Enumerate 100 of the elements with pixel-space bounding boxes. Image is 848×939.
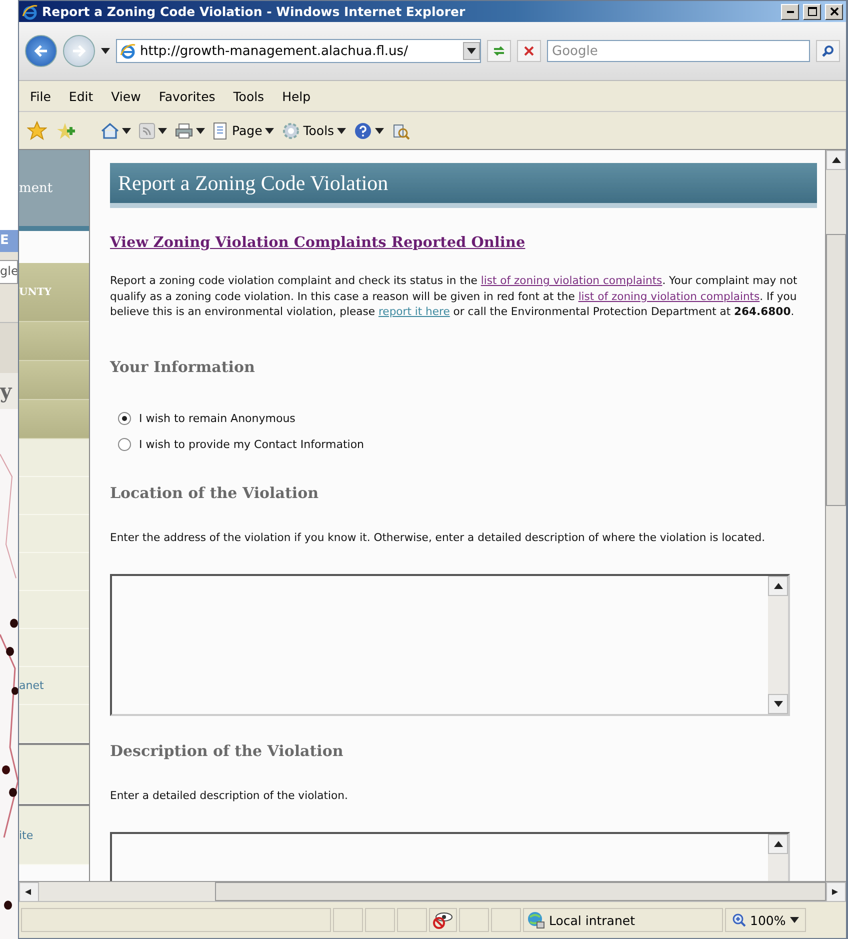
up-arrow-icon	[832, 157, 840, 163]
printer-icon	[175, 122, 193, 138]
page-icon	[213, 122, 229, 140]
feed-icon	[139, 122, 155, 138]
star-icon[interactable]	[27, 120, 47, 140]
address-field[interactable]: http://growth-management.alachua.fl.us/	[116, 39, 481, 63]
zoom-button[interactable]: 100%	[725, 908, 806, 932]
search-field[interactable]: Google	[547, 40, 810, 62]
status-pane	[491, 908, 521, 932]
right-arrow-icon	[832, 888, 840, 894]
nav-item[interactable]: ite	[19, 804, 89, 865]
view-complaints-link[interactable]: View Zoning Violation Complaints Reported Online	[110, 234, 526, 251]
home-button[interactable]	[101, 122, 131, 138]
forward-button[interactable]	[63, 35, 95, 67]
minimize-icon	[786, 10, 794, 12]
scroll-up-button[interactable]	[826, 150, 846, 170]
status-pane	[397, 908, 427, 932]
status-pane	[333, 908, 363, 932]
menu-item[interactable]: File	[23, 86, 58, 106]
nav-item[interactable]	[19, 743, 89, 804]
instruction-text: Enter the address of the violation if you know it. Otherwise, enter a detailed description of where the violation is located.	[110, 530, 766, 546]
network-icon	[527, 911, 545, 929]
research-icon[interactable]	[392, 122, 410, 140]
search-button[interactable]	[816, 40, 840, 62]
help-icon	[354, 122, 372, 140]
horizontal-scrollbar[interactable]	[19, 881, 846, 901]
section-heading: Your Information	[110, 358, 256, 376]
radio-label: I wish to remain Anonymous	[139, 412, 296, 425]
page-title: Report a Zoning Code Violation	[118, 170, 388, 196]
status-pane	[365, 908, 395, 932]
back-button[interactable]	[25, 35, 57, 67]
scroll-thumb[interactable]	[215, 882, 826, 901]
zone-label: Local intranet	[549, 912, 635, 928]
browser-icon	[22, 4, 38, 20]
right-arrow-icon	[71, 44, 87, 58]
text-area-field[interactable]	[110, 574, 790, 716]
page-menu-button[interactable]: Page	[213, 122, 274, 140]
instruction-text: Enter a detailed description of the violation.	[110, 788, 349, 804]
feeds-button[interactable]	[139, 122, 167, 138]
inline-link[interactable]: list of zoning violation complaints	[480, 274, 662, 287]
inline-link[interactable]: list of zoning violation complaints	[578, 290, 760, 302]
maximize-button[interactable]	[803, 4, 821, 20]
scroll-down-button[interactable]	[768, 694, 788, 714]
stop-button[interactable]	[517, 40, 541, 62]
nav-item[interactable]: anet	[19, 667, 89, 705]
scroll-left-button[interactable]	[19, 882, 39, 902]
inline-link[interactable]: report it here	[378, 305, 450, 318]
caret-icon	[375, 128, 384, 134]
minimize-button[interactable]	[781, 4, 799, 20]
page-heading: y	[0, 373, 18, 409]
menu-item[interactable]: Edit	[62, 86, 100, 106]
scroll-up-button[interactable]	[768, 576, 788, 596]
left-arrow-icon	[33, 44, 49, 58]
caret-icon	[337, 128, 346, 134]
home-icon	[101, 122, 119, 138]
caret-icon	[122, 128, 131, 134]
scroll-right-button[interactable]	[826, 882, 846, 902]
add-favorite-icon[interactable]	[55, 120, 75, 140]
maximize-icon	[808, 7, 816, 16]
search-icon	[822, 45, 834, 57]
privacy-icon[interactable]	[433, 911, 453, 929]
radio-button[interactable]	[118, 412, 131, 425]
caret-icon	[467, 48, 476, 54]
window-title: Report a Zoning Code Violation - Windows Internet Explorer	[42, 4, 466, 19]
section-heading: Description of the Violation	[110, 742, 344, 760]
tools-menu-button[interactable]: Tools	[282, 122, 346, 140]
status-pane	[459, 908, 489, 932]
intro-paragraph: Report a zoning code violation complaint and check its status in the list of zoning violation complaints. Your complaint may not qualify as a zoning code violation. In this case a reason will be given in red font at the list of zoning violation complaints. If you believe this is an environmental violation, please report it here or call the Environmental Protection Department at 264.6800.	[110, 273, 798, 320]
caret-icon	[158, 128, 167, 134]
menu-item[interactable]: Favorites	[152, 86, 222, 106]
address-dropdown-button[interactable]	[463, 42, 480, 60]
radio-button[interactable]	[118, 438, 131, 451]
menu-item[interactable]: Help	[275, 86, 318, 106]
left-arrow-icon	[24, 888, 34, 894]
caret-icon	[790, 917, 799, 923]
close-icon	[830, 7, 838, 16]
menu-item[interactable]: Tools	[226, 86, 272, 106]
up-arrow-icon	[774, 582, 782, 588]
scroll-thumb[interactable]	[826, 234, 846, 506]
caret-icon	[774, 700, 782, 706]
menu-item[interactable]: View	[104, 86, 148, 106]
site-nav-header: ment	[19, 150, 89, 231]
vertical-scrollbar[interactable]	[825, 150, 846, 881]
help-button[interactable]	[354, 122, 384, 140]
page-icon	[120, 43, 136, 59]
caret-icon	[265, 128, 274, 134]
close-icon	[524, 46, 534, 56]
refresh-icon	[492, 45, 506, 57]
history-dropdown-icon[interactable]	[101, 48, 110, 54]
refresh-button[interactable]	[487, 40, 511, 62]
print-button[interactable]	[175, 122, 205, 138]
section-heading: Location of the Violation	[110, 484, 320, 502]
caret-icon	[196, 128, 205, 134]
close-button[interactable]	[825, 4, 843, 20]
gear-icon	[282, 122, 300, 140]
scroll-up-button[interactable]	[768, 834, 788, 854]
radio-label: I wish to provide my Contact Information	[139, 438, 364, 451]
window-title: E	[0, 230, 18, 252]
up-arrow-icon	[774, 840, 782, 846]
zoom-icon	[732, 913, 746, 927]
